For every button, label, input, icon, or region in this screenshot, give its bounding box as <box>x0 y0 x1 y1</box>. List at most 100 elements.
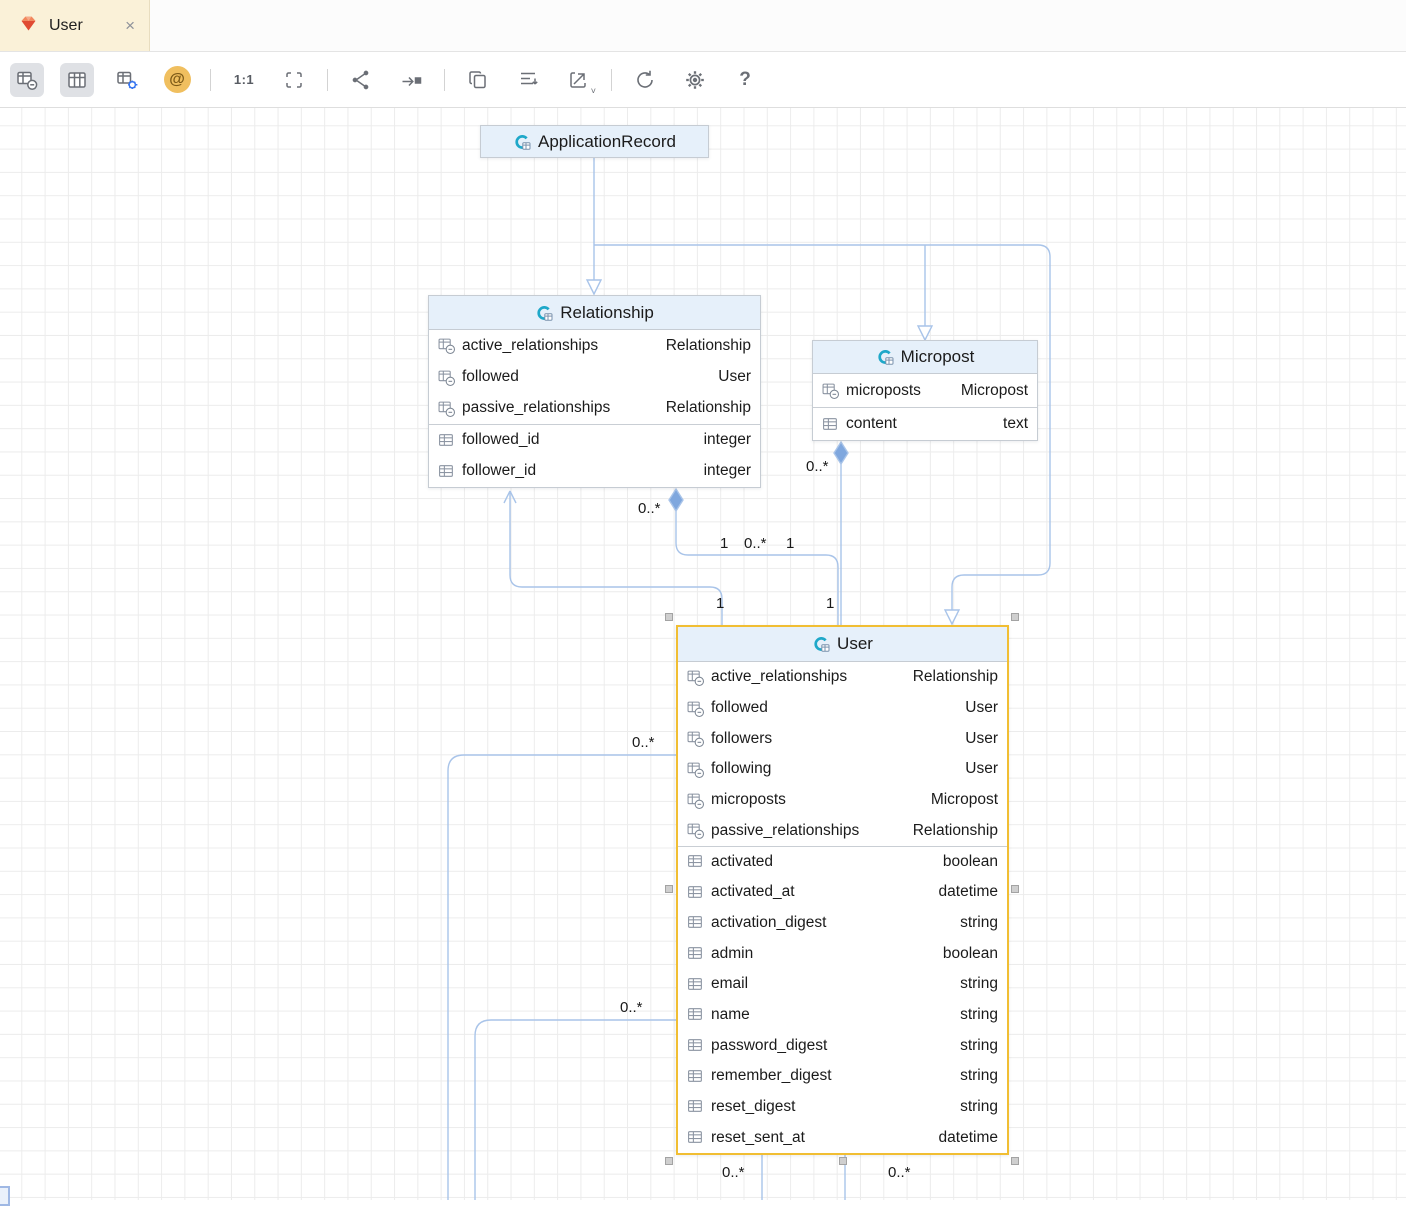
diagram-canvas[interactable]: 0..* 0..* 1 0..* 1 1 1 0..* 0..* 0..* 0.… <box>0 108 1406 1200</box>
copy-diagram-button[interactable] <box>461 63 495 97</box>
column-name: remember_digest <box>711 1067 832 1085</box>
table-row[interactable]: email string <box>678 969 1007 1000</box>
column-name: reset_sent_at <box>711 1129 805 1147</box>
apply-layout-button[interactable] <box>511 63 545 97</box>
class-icon <box>535 304 553 322</box>
node-header[interactable]: Relationship <box>429 296 760 330</box>
table-row[interactable]: reset_digest string <box>678 1092 1007 1123</box>
class-icon <box>876 348 894 366</box>
selection-handle[interactable] <box>1011 1157 1019 1165</box>
actual-size-button[interactable]: 1:1 <box>227 63 261 97</box>
table-row[interactable]: followers User <box>678 723 1007 754</box>
column-name: admin <box>711 945 753 963</box>
selection-handle[interactable] <box>1011 885 1019 893</box>
table-row[interactable]: password_digest string <box>678 1030 1007 1061</box>
multiplicity-label: 1 <box>720 535 728 552</box>
table-row[interactable]: follower_id integer <box>429 456 760 487</box>
association-icon <box>687 761 704 778</box>
association-name: microposts <box>846 382 921 400</box>
column-name: activated_at <box>711 883 795 901</box>
node-relationship[interactable]: Relationship active_relationships Relati… <box>428 295 761 488</box>
node-application-record[interactable]: ApplicationRecord <box>480 125 709 158</box>
node-micropost[interactable]: Micropost microposts Micropost content t… <box>812 340 1038 441</box>
association-type: User <box>965 699 998 717</box>
node-title: ApplicationRecord <box>538 132 676 152</box>
table-row[interactable]: name string <box>678 1000 1007 1031</box>
table-row[interactable]: active_relationships Relationship <box>678 662 1007 693</box>
table-row[interactable]: microposts Micropost <box>813 374 1037 407</box>
association-name: passive_relationships <box>711 822 859 840</box>
column-icon <box>687 884 704 901</box>
toolbar-separator <box>210 69 211 91</box>
export-diagram-button[interactable]: ˅ <box>561 63 595 97</box>
table-row[interactable]: followed User <box>678 693 1007 724</box>
mention-button[interactable]: @ <box>160 63 194 97</box>
column-name: name <box>711 1006 750 1024</box>
table-row[interactable]: remember_digest string <box>678 1061 1007 1092</box>
table-row[interactable]: activated boolean <box>678 846 1007 877</box>
table-row[interactable]: activated_at datetime <box>678 877 1007 908</box>
multiplicity-label: 0..* <box>744 535 767 552</box>
help-button[interactable]: ? <box>728 63 762 97</box>
table-row[interactable]: reset_sent_at datetime <box>678 1122 1007 1153</box>
column-type: string <box>960 1067 998 1085</box>
column-icon <box>822 416 839 433</box>
multiplicity-label: 1 <box>786 535 794 552</box>
selection-handle[interactable] <box>1011 613 1019 621</box>
tab-label: User <box>49 17 115 35</box>
column-type: string <box>960 1006 998 1024</box>
selection-handle[interactable] <box>665 885 673 893</box>
tab-user[interactable]: User × <box>0 0 150 51</box>
diagram-toolbar: @ 1:1 ˅ <box>0 52 1406 108</box>
node-user[interactable]: User active_relationships Relationship f… <box>676 625 1009 1155</box>
table-row[interactable]: followed_id integer <box>429 424 760 455</box>
show-associations-button[interactable] <box>10 63 44 97</box>
table-row[interactable]: content text <box>813 407 1037 440</box>
table-settings-button[interactable] <box>110 63 144 97</box>
association-type: User <box>965 760 998 778</box>
table-row[interactable]: passive_relationships Relationship <box>678 815 1007 846</box>
table-row[interactable]: activation_digest string <box>678 908 1007 939</box>
class-icon <box>513 133 531 151</box>
table-row[interactable]: passive_relationships Relationship <box>429 393 760 424</box>
selection-handle[interactable] <box>665 1157 673 1165</box>
node-header[interactable]: User <box>678 627 1007 662</box>
selection-handle[interactable] <box>665 613 673 621</box>
node-header[interactable]: ApplicationRecord <box>481 126 708 157</box>
jump-to-source-button[interactable] <box>394 63 428 97</box>
multiplicity-label: 0..* <box>888 1164 911 1181</box>
association-name: microposts <box>711 791 786 809</box>
association-name: passive_relationships <box>462 399 610 417</box>
table-row[interactable]: microposts Micropost <box>678 785 1007 816</box>
editor-tab-bar: User × <box>0 0 1406 52</box>
column-icon <box>438 463 455 480</box>
split-edges-button[interactable] <box>344 63 378 97</box>
selection-handle[interactable] <box>839 1157 847 1165</box>
node-header[interactable]: Micropost <box>813 341 1037 374</box>
show-columns-button[interactable] <box>60 63 94 97</box>
multiplicity-label: 0..* <box>632 734 655 751</box>
refresh-button[interactable] <box>628 63 662 97</box>
table-row[interactable]: following User <box>678 754 1007 785</box>
association-name: active_relationships <box>711 668 847 686</box>
association-type: Relationship <box>913 668 998 686</box>
multiplicity-label: 0..* <box>806 458 829 475</box>
node-title: User <box>837 634 873 654</box>
column-name: email <box>711 975 748 993</box>
multiplicity-label: 1 <box>826 595 834 612</box>
settings-gear-button[interactable] <box>678 63 712 97</box>
column-name: followed_id <box>462 431 540 449</box>
column-type: string <box>960 1037 998 1055</box>
table-row[interactable]: active_relationships Relationship <box>429 330 760 361</box>
column-type: integer <box>704 462 751 480</box>
column-icon <box>687 1068 704 1085</box>
column-type: boolean <box>943 945 998 963</box>
table-row[interactable]: admin boolean <box>678 938 1007 969</box>
fit-content-button[interactable] <box>277 63 311 97</box>
close-tab-icon[interactable]: × <box>125 17 135 34</box>
ruby-file-icon <box>18 13 39 39</box>
association-name: following <box>711 760 771 778</box>
chevron-down-icon: ˅ <box>591 86 596 96</box>
table-row[interactable]: followed User <box>429 361 760 392</box>
multiplicity-label: 0..* <box>722 1164 745 1181</box>
